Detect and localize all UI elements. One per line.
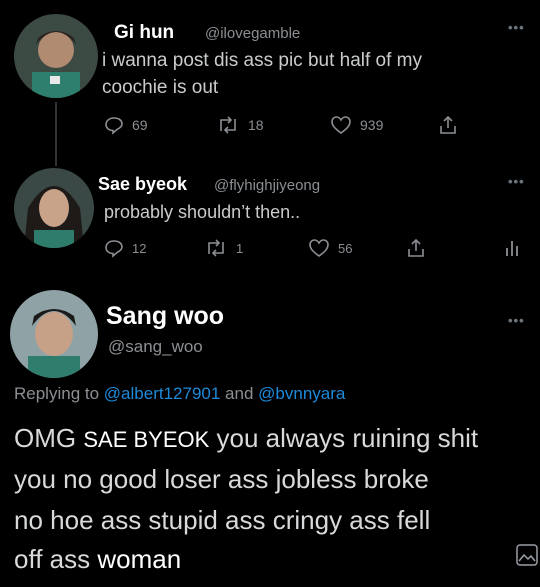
reply-icon <box>105 240 123 258</box>
text-segment: OMG <box>14 423 77 453</box>
tweet-text-line: no hoe ass stupid ass cringy ass fell <box>14 505 431 535</box>
mention-link[interactable]: @albert127901 <box>104 384 221 403</box>
tweet-text-line: OMG SAE BYEOK you always ruining shit <box>14 423 478 454</box>
retweet-icon <box>208 239 224 257</box>
tweet-text-line: coochie is out <box>102 77 219 98</box>
retweet-count: 1 <box>236 240 244 256</box>
text-segment: you always ruining shit <box>216 423 479 453</box>
share-icon[interactable] <box>438 115 458 135</box>
text-segment: SAE BYEOK <box>83 427 210 452</box>
heart-icon <box>331 116 351 134</box>
reply-count: 12 <box>132 240 147 256</box>
tweet-author-handle[interactable]: @sang_woo <box>108 337 203 357</box>
text-segment: woman <box>97 544 182 574</box>
replying-and: and <box>225 384 254 403</box>
retweet-icon <box>220 116 236 134</box>
tweet-author-name[interactable]: Sang woo <box>106 302 224 331</box>
reply-count: 69 <box>132 117 148 133</box>
like-count: 56 <box>338 240 353 256</box>
like-button[interactable]: 939 <box>330 115 383 135</box>
reply-button[interactable]: 69 <box>104 115 148 135</box>
retweet-count: 18 <box>248 117 264 133</box>
replying-to-line: Replying to @albert127901 and @bvnnyara <box>14 384 345 404</box>
share-icon[interactable] <box>406 238 426 258</box>
text-segment: off ass <box>14 544 91 574</box>
tweet-text: probably shouldn’t then.. <box>104 202 301 222</box>
analytics-icon[interactable] <box>504 238 520 258</box>
avatar-sangwoo[interactable] <box>10 290 98 378</box>
avatar-saebyeok[interactable] <box>14 168 94 248</box>
retweet-button[interactable]: 1 <box>204 238 243 258</box>
more-options-icon[interactable]: ••• <box>508 174 525 189</box>
image-icon[interactable] <box>516 544 538 566</box>
more-options-icon[interactable]: ••• <box>508 313 525 328</box>
tweet-author-handle[interactable]: @flyhighjiyeong <box>214 177 320 194</box>
retweet-button[interactable]: 18 <box>216 115 264 135</box>
tweet-text-line: you no good loser ass jobless broke <box>14 464 429 494</box>
tweet-author-name[interactable]: Gi hun <box>114 22 174 44</box>
like-count: 939 <box>360 117 384 133</box>
tweet-text-line: off ass woman <box>14 544 181 575</box>
replying-prefix: Replying to <box>14 384 100 403</box>
heart-icon <box>309 239 329 257</box>
tweet-author-handle[interactable]: @ilovegamble <box>205 25 300 42</box>
reply-icon <box>105 117 123 135</box>
thread-line <box>55 102 57 166</box>
mention-link[interactable]: @bvnnyara <box>258 384 345 403</box>
avatar-gihun[interactable] <box>14 14 98 98</box>
like-button[interactable]: 56 <box>308 238 352 258</box>
tweet-author-name[interactable]: Sae byeok <box>98 174 187 195</box>
tweet-text-line: i wanna post dis ass pic but half of my <box>102 50 422 71</box>
more-options-icon[interactable]: ••• <box>508 20 525 35</box>
reply-button[interactable]: 12 <box>104 238 146 258</box>
